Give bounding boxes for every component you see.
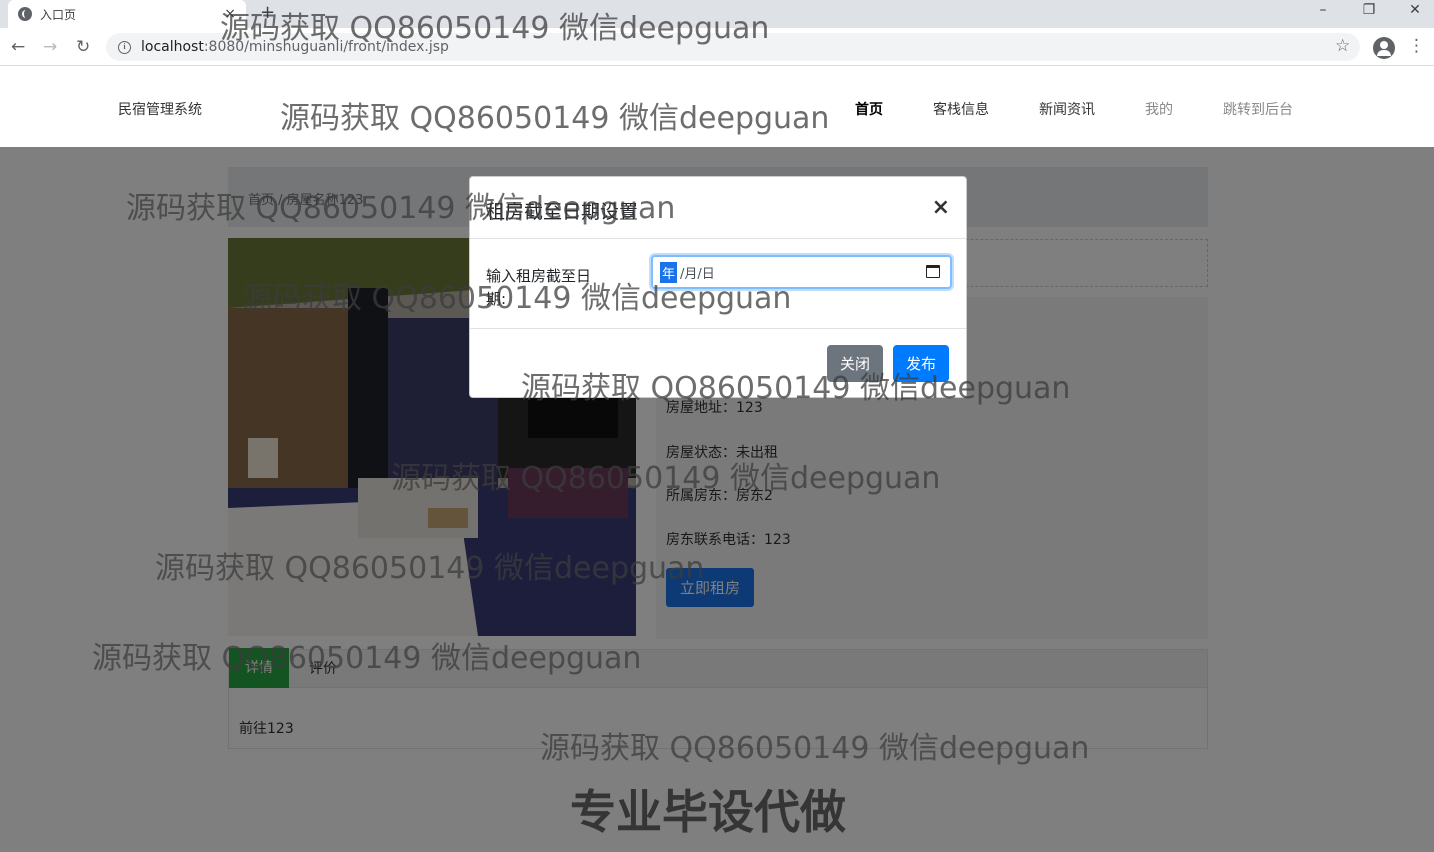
nav-mine[interactable]: 我的 [1145, 99, 1173, 119]
modal-close-icon[interactable]: × [932, 195, 950, 220]
modal-body: 输入租房截至日期: 年 /月/日 [470, 239, 966, 329]
account-icon[interactable] [1373, 37, 1395, 59]
minimize-icon[interactable]: – [1300, 2, 1346, 18]
calendar-icon[interactable] [926, 265, 940, 278]
nav-news[interactable]: 新闻资讯 [1039, 99, 1095, 119]
browser-tab[interactable]: 入口页 × [8, 0, 246, 28]
url-host: localhost [141, 39, 204, 55]
restore-icon[interactable]: ❐ [1346, 2, 1392, 18]
bookmark-star-icon[interactable]: ☆ [1335, 36, 1350, 56]
globe-icon [18, 7, 32, 21]
close-button[interactable]: 关闭 [827, 345, 884, 382]
nav-admin[interactable]: 跳转到后台 [1223, 99, 1293, 119]
address-bar[interactable]: i localhost:8080/minshuguanli/front/inde… [106, 33, 1360, 61]
nav-inn-info[interactable]: 客栈信息 [933, 99, 989, 119]
date-month-day-segment[interactable]: /月/日 [680, 263, 715, 282]
site-brand[interactable]: 民宿管理系统 [118, 99, 202, 119]
end-date-label: 输入租房截至日期: [486, 267, 592, 308]
site-navbar: 民宿管理系统 首页 客栈信息 新闻资讯 我的 跳转到后台 [0, 67, 1434, 147]
publish-button[interactable]: 发布 [893, 345, 950, 382]
date-year-segment[interactable]: 年 [660, 261, 678, 283]
info-icon[interactable]: i [118, 40, 131, 54]
url-path: :8080/minshuguanli/front/index.jsp [203, 39, 449, 55]
modal-footer: 关闭 发布 [470, 329, 966, 397]
modal-header: 租房截至日期设置 × [470, 177, 966, 239]
window-close-icon[interactable]: ✕ [1392, 2, 1434, 18]
nav-home[interactable]: 首页 [855, 99, 883, 119]
rent-date-modal: 租房截至日期设置 × 输入租房截至日期: 年 /月/日 关闭 发布 [469, 176, 967, 398]
browser-toolbar: ← → ↻ i localhost:8080/minshuguanli/fron… [0, 28, 1434, 66]
tab-close-icon[interactable]: × [224, 6, 236, 22]
browser-tab-strip: 入口页 × + – ❐ ✕ [0, 0, 1434, 28]
tab-title: 入口页 [40, 7, 77, 22]
new-tab-icon[interactable]: + [260, 2, 275, 23]
back-icon[interactable]: ← [11, 37, 25, 57]
forward-icon[interactable]: → [43, 37, 57, 57]
end-date-input[interactable]: 年 /月/日 [651, 255, 952, 289]
reload-icon[interactable]: ↻ [76, 37, 90, 57]
browser-menu-icon[interactable]: ⋮ [1408, 36, 1425, 56]
modal-title: 租房截至日期设置 [486, 201, 639, 223]
